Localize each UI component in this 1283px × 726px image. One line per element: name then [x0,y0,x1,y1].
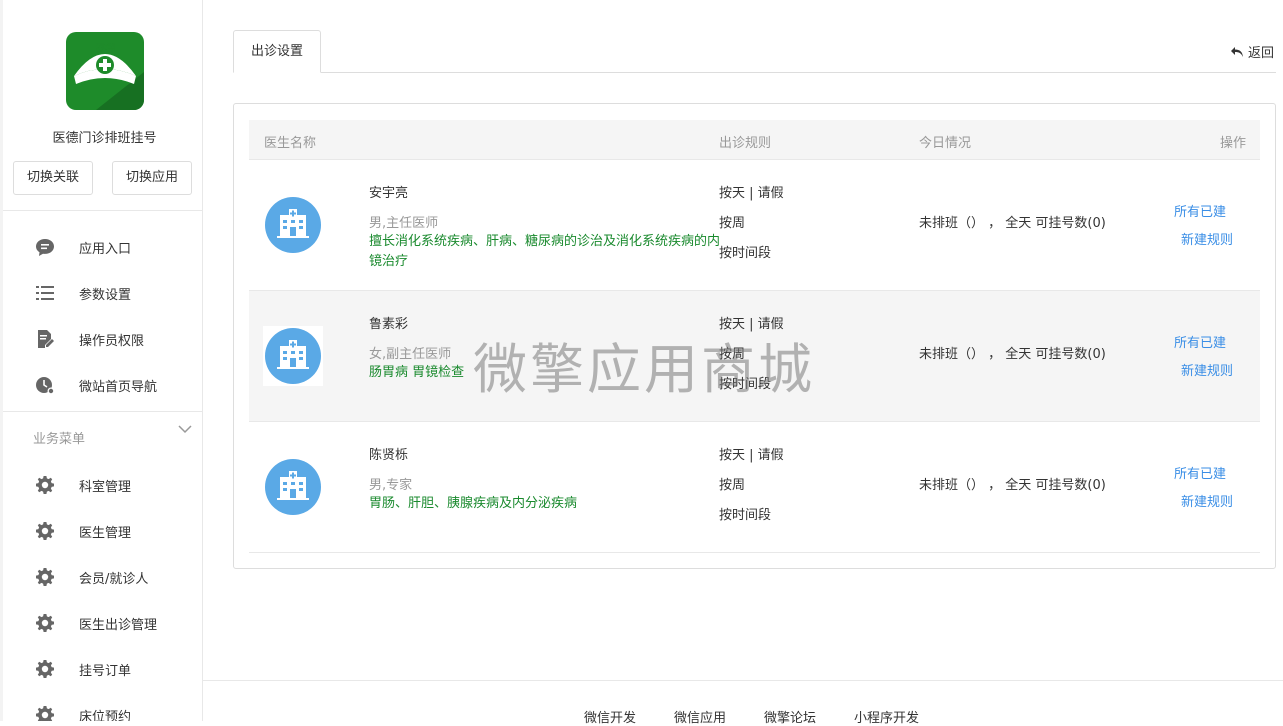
switch-app-button[interactable]: 切换应用 [112,161,192,195]
hospital-avatar-icon [265,197,321,253]
back-button[interactable]: 返回 [1230,42,1274,61]
header-today: 今日情况 [919,136,972,151]
sidebar-item-label: 会员/就诊人 [79,572,149,587]
new-rule-link[interactable]: 新建规则 [1181,360,1233,379]
sidebar-item-label: 应用入口 [79,242,132,257]
all-created-link[interactable]: 所有已建 [1174,332,1226,351]
sidebar-item-operator-permissions[interactable]: 操作员权限 [3,319,202,359]
table-row: 鲁素彩 女,副主任医师 肠胃病 胃镜检查 按天 | 请假 按周 按时间段 未排班… [249,291,1260,422]
rule-by-period[interactable]: 按时间段 [719,242,771,261]
table-row: 安宇亮 男,主任医师 擅长消化系统疾病、肝病、糖尿病的诊治及消化系统疾病的内镜治… [249,160,1260,291]
sidebar-divider [3,411,202,412]
sidebar-item-doctor[interactable]: 医生管理 [3,511,202,551]
sidebar-divider [3,210,202,211]
footer-link-forum[interactable]: 微擎论坛 [764,707,816,726]
rule-by-week[interactable]: 按周 [719,212,745,231]
main-content: 出诊设置 返回 医生名称 出诊规则 今日情况 操作 安宇亮 男,主任医师 擅长消… [203,0,1283,721]
doctor-specialty: 胃肠、肝胆、胰腺疾病及内分泌疾病 [369,496,578,511]
sidebar-item-doctor-schedule[interactable]: 医生出诊管理 [3,603,202,643]
all-created-link[interactable]: 所有已建 [1174,201,1226,220]
footer-link-wechat-dev[interactable]: 微信开发 [584,707,636,726]
hospital-avatar-icon [265,459,321,515]
doctor-title: 女,副主任医师 [369,347,452,362]
sidebar-item-app-entry[interactable]: 应用入口 [3,227,202,267]
sidebar-item-label: 科室管理 [79,480,132,495]
gear-icon [36,614,54,632]
today-status: 未排班（） ， 全天 可挂号数(0) [919,478,1106,493]
rule-by-day[interactable]: 按天 | 请假 [719,182,784,201]
doctor-name: 鲁素彩 [369,317,409,332]
clock-user-icon [36,377,55,395]
sidebar-item-label: 挂号订单 [79,664,132,679]
gear-icon [36,660,54,678]
sidebar-item-department[interactable]: 科室管理 [3,465,202,505]
doctor-title: 男,专家 [369,478,413,493]
gear-icon [36,706,54,721]
sidebar-item-label: 操作员权限 [79,334,145,349]
tab-bar: 出诊设置 返回 [233,30,1276,73]
doctor-name: 陈贤栎 [369,448,409,463]
sidebar-item-bed-booking[interactable]: 床位预约 [3,695,202,721]
doctor-name: 安宇亮 [369,186,409,201]
rule-by-day[interactable]: 按天 | 请假 [719,444,784,463]
switch-link-button[interactable]: 切换关联 [13,161,93,195]
sidebar-item-label: 微站首页导航 [79,380,158,395]
all-created-link[interactable]: 所有已建 [1174,463,1226,482]
sidebar-item-home-nav[interactable]: 微站首页导航 [3,365,202,405]
doctor-specialty: 擅长消化系统疾病、肝病、糖尿病的诊治及消化系统疾病的内镜治疗 [369,234,721,269]
rule-by-period[interactable]: 按时间段 [719,504,771,523]
footer: 微信开发 微信应用 微擎论坛 小程序开发 [203,680,1283,726]
sidebar-item-settings[interactable]: 参数设置 [3,273,202,313]
footer-link-miniprogram[interactable]: 小程序开发 [854,707,919,726]
chevron-down-icon[interactable] [178,424,192,434]
header-name: 医生名称 [264,136,317,151]
gear-icon [36,522,54,540]
doctor-title: 男,主任医师 [369,216,439,231]
table-header: 医生名称 出诊规则 今日情况 操作 [249,120,1260,160]
header-ops: 操作 [1219,136,1246,151]
rule-by-day[interactable]: 按天 | 请假 [719,313,784,332]
doctor-specialty: 肠胃病 胃镜检查 [369,365,465,380]
today-status: 未排班（） ， 全天 可挂号数(0) [919,347,1106,362]
app-name: 医德门诊排班挂号 [52,131,157,146]
logo-text: 医德 [95,44,115,55]
hospital-avatar-icon [265,328,321,384]
footer-link-wechat-apps[interactable]: 微信应用 [674,707,726,726]
tab-schedule-settings[interactable]: 出诊设置 [233,30,321,73]
sidebar-item-label: 参数设置 [79,288,132,303]
back-label: 返回 [1247,46,1274,61]
header-rules: 出诊规则 [719,136,772,151]
section-title: 业务菜单 [33,432,86,447]
gear-icon [36,476,54,494]
sidebar: 医德 医德门诊排班挂号 切换关联 切换应用 应用入口 参数设置 操作员权限 微站… [0,0,203,721]
chat-bubble-icon [36,239,54,256]
app-logo: 医德 [66,32,144,110]
rule-by-week[interactable]: 按周 [719,343,745,362]
sidebar-item-label: 床位预约 [79,710,132,721]
edit-document-icon [38,330,54,348]
sidebar-item-members[interactable]: 会员/就诊人 [3,557,202,597]
new-rule-link[interactable]: 新建规则 [1181,229,1233,248]
rule-by-week[interactable]: 按周 [719,474,745,493]
new-rule-link[interactable]: 新建规则 [1181,491,1233,510]
rule-by-period[interactable]: 按时间段 [719,373,771,392]
sidebar-item-label: 医生出诊管理 [79,618,158,633]
list-icon [36,286,54,300]
table-row: 陈贤栎 男,专家 胃肠、肝胆、胰腺疾病及内分泌疾病 按天 | 请假 按周 按时间… [249,422,1260,553]
back-arrow-icon [1230,47,1243,57]
sidebar-item-orders[interactable]: 挂号订单 [3,649,202,689]
gear-icon [36,568,54,586]
today-status: 未排班（） ， 全天 可挂号数(0) [919,216,1106,231]
sidebar-item-label: 医生管理 [79,526,132,541]
doctor-table-panel: 医生名称 出诊规则 今日情况 操作 安宇亮 男,主任医师 擅长消化系统疾病、肝病… [233,103,1276,569]
